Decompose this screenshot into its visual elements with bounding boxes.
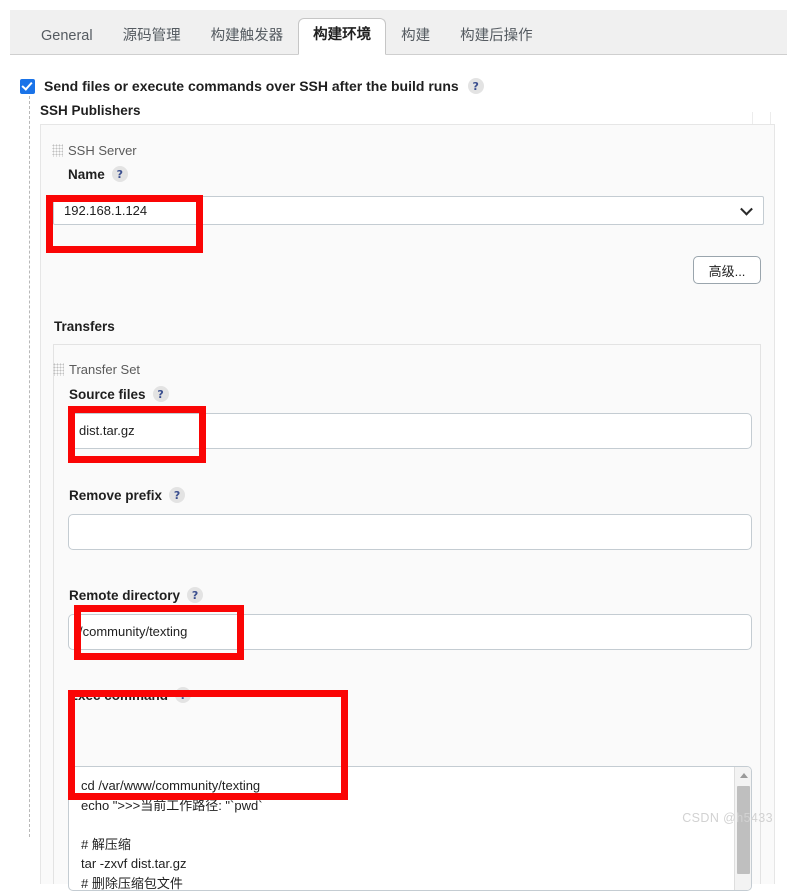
drag-handle-icon-transfer-set[interactable] (53, 363, 64, 376)
transfer-set-label: Transfer Set (69, 362, 141, 377)
tab-build[interactable]: 构建 (386, 19, 445, 55)
ssh-server-name-value: 192.168.1.124 (64, 203, 148, 218)
scrollbar-thumb[interactable] (737, 786, 750, 874)
send-files-over-ssh-row[interactable]: Send files or execute commands over SSH … (20, 78, 484, 94)
ssh-server-name-label: Name ? (68, 166, 128, 182)
help-icon-remove-prefix[interactable]: ? (169, 487, 186, 503)
publisher-dashed-rail (29, 96, 30, 837)
remove-prefix-label-text: Remove prefix (69, 487, 163, 503)
transfers-title: Transfers (54, 319, 115, 334)
drag-handle-icon-ssh-server[interactable] (52, 144, 63, 157)
source-files-label-text: Source files (69, 386, 146, 402)
remote-directory-input[interactable]: /community/texting (68, 614, 752, 650)
remove-prefix-label: Remove prefix ? (69, 487, 186, 503)
ssh-server-name-text: Name (68, 166, 105, 182)
tab-bar: General 源码管理 构建触发器 构建环境 构建 构建后操作 (10, 10, 787, 55)
exec-command-label: Exec command ? (69, 687, 192, 703)
tab-build-triggers[interactable]: 构建触发器 (196, 19, 299, 55)
source-files-label: Source files ? (69, 386, 169, 402)
tab-post-build-actions[interactable]: 构建后操作 (445, 19, 548, 55)
send-files-over-ssh-checkbox[interactable] (20, 78, 35, 94)
tab-general[interactable]: General (26, 19, 108, 55)
send-files-over-ssh-label: Send files or execute commands over SSH … (44, 78, 459, 94)
build-environment-panel: Send files or execute commands over SSH … (0, 56, 787, 891)
ssh-server-section-label: SSH Server (68, 143, 137, 158)
ssh-publishers-title: SSH Publishers (40, 103, 141, 118)
help-icon-ssh-server-name[interactable]: ? (111, 166, 128, 182)
remove-prefix-input[interactable] (68, 514, 752, 550)
remote-directory-label-text: Remote directory (69, 587, 181, 603)
exec-command-textarea[interactable]: cd /var/www/community/texting echo ">>>当… (69, 767, 724, 890)
exec-command-scrollbar[interactable] (734, 767, 751, 890)
exec-command-label-text: Exec command (69, 687, 169, 703)
chevron-down-icon[interactable] (740, 202, 753, 216)
watermark: CSDN @h5433 (682, 811, 773, 825)
scroll-up-arrow-icon[interactable] (735, 767, 751, 784)
help-icon-source-files[interactable]: ? (152, 386, 169, 402)
remote-directory-label: Remote directory ? (69, 587, 204, 603)
exec-command-textarea-wrapper[interactable]: cd /var/www/community/texting echo ">>>当… (68, 766, 752, 891)
help-icon-remote-directory[interactable]: ? (187, 587, 204, 603)
help-icon-exec-command[interactable]: ? (175, 687, 192, 703)
tab-source-management[interactable]: 源码管理 (108, 19, 196, 55)
advanced-button[interactable]: 高级... (693, 256, 761, 284)
page-root: General 源码管理 构建触发器 构建环境 构建 构建后操作 Send fi… (0, 0, 787, 891)
help-icon-send-files[interactable]: ? (467, 78, 484, 94)
tab-build-environment[interactable]: 构建环境 (298, 17, 387, 55)
ssh-server-name-select[interactable]: 192.168.1.124 (53, 196, 764, 225)
source-files-input[interactable]: dist.tar.gz (68, 413, 752, 449)
